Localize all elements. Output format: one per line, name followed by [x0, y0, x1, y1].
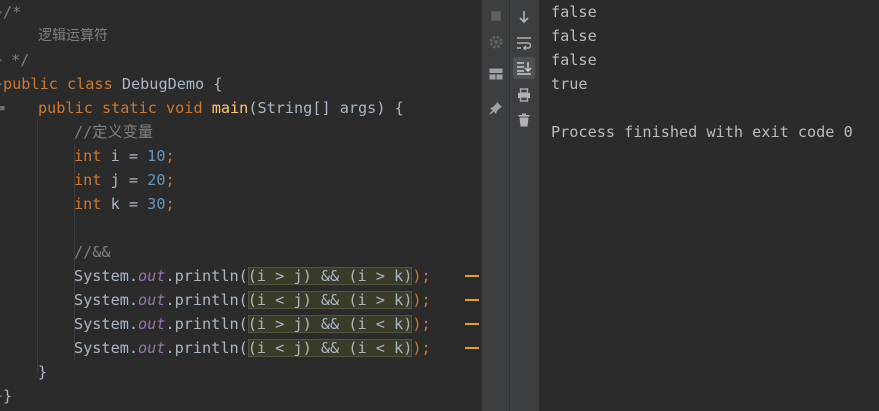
highlighted-expression: (i > j) && (i < k) — [247, 315, 413, 333]
code-line: public static void main(String[] args) { — [38, 96, 404, 120]
semicolon: ; — [165, 171, 175, 189]
class-close-brace: } — [3, 387, 13, 405]
var-type: int — [74, 195, 111, 213]
code-line: /* — [3, 0, 21, 24]
var-value: 10 — [147, 147, 166, 165]
console-toolbar — [509, 0, 540, 411]
semicolon: ; — [165, 195, 175, 213]
print-prefix: System. — [74, 291, 139, 309]
console-output[interactable]: false false false true Process finished … — [539, 0, 879, 411]
print-call: .println( — [165, 315, 248, 333]
console-line: false — [551, 51, 597, 69]
stop-icon[interactable] — [487, 7, 505, 25]
print-suffix: ); — [412, 339, 431, 357]
var-eq: = — [119, 171, 148, 189]
warning-marker[interactable] — [465, 299, 479, 301]
var-type: int — [74, 171, 111, 189]
debug-side-toolbar — [481, 0, 509, 411]
code-line: int k = 30; — [74, 192, 175, 216]
var-comment: //定义变量 — [74, 123, 154, 141]
print-icon[interactable] — [513, 84, 535, 106]
var-name: k — [110, 195, 120, 213]
code-line: System.out.println((i < j) && (i < k)); — [74, 336, 431, 360]
var-type: int — [74, 147, 111, 165]
console-line: false — [551, 27, 597, 45]
code-line: } — [38, 360, 47, 384]
and-comment: //&& — [74, 243, 111, 261]
print-suffix: ); — [412, 315, 431, 333]
var-name: i — [110, 147, 120, 165]
console-line: true — [551, 75, 588, 93]
var-value: 20 — [147, 171, 166, 189]
warning-marker[interactable] — [465, 275, 479, 277]
exit-message: Process finished with exit code 0 — [551, 123, 853, 141]
code-line: System.out.println((i < j) && (i > k)); — [74, 288, 431, 312]
print-suffix: ); — [412, 291, 431, 309]
arrow-down-icon[interactable] — [513, 6, 535, 28]
comment-close: */ — [11, 51, 30, 69]
semicolon: ; — [165, 147, 175, 165]
var-eq: = — [119, 195, 148, 213]
highlighted-expression: (i > j) && (i > k) — [247, 267, 413, 285]
warning-marker[interactable] — [465, 347, 479, 349]
layout-icon[interactable] — [487, 65, 505, 83]
print-call: .println( — [165, 339, 248, 357]
code-line: */ — [11, 48, 29, 72]
method-close-brace: } — [38, 363, 48, 381]
code-line: } — [3, 384, 12, 408]
static-field: out — [138, 267, 166, 285]
print-call: .println( — [165, 267, 248, 285]
print-call: .println( — [165, 291, 248, 309]
method-args: (String[] args) { — [248, 99, 404, 117]
indent-guide — [37, 120, 38, 372]
comment-open: /* — [3, 3, 22, 21]
code-line: int j = 20; — [74, 168, 175, 192]
print-prefix: System. — [74, 267, 139, 285]
static-field: out — [138, 291, 166, 309]
print-prefix: System. — [74, 339, 139, 357]
var-name: j — [110, 171, 120, 189]
warning-marker[interactable] — [465, 323, 479, 325]
var-value: 30 — [147, 195, 166, 213]
code-line: public class DebugDemo { — [3, 72, 222, 96]
print-suffix: ); — [412, 267, 431, 285]
comment-text: 逻辑运算符 — [38, 28, 108, 44]
var-eq: = — [119, 147, 148, 165]
console-line: false — [551, 3, 597, 21]
code-line: 逻辑运算符 — [38, 24, 108, 48]
code-line: //&& — [74, 240, 111, 264]
static-field: out — [138, 315, 166, 333]
fold-marker[interactable]: ▪ — [0, 96, 9, 120]
fold-marker[interactable]: ▸ — [0, 48, 7, 72]
print-prefix: System. — [74, 315, 139, 333]
code-line: //定义变量 — [74, 120, 153, 144]
scroll-to-end-icon[interactable] — [513, 57, 535, 79]
class-name: DebugDemo { — [121, 75, 223, 93]
method-keywords: public static void — [38, 99, 212, 117]
code-editor[interactable]: ▸ ▸ ▸ ▪ ▸ /* 逻辑运算符 */ public class Debug… — [0, 0, 481, 411]
static-field: out — [138, 339, 166, 357]
pin-icon[interactable] — [487, 99, 505, 117]
soft-wrap-icon[interactable] — [513, 32, 535, 54]
method-name: main — [211, 99, 249, 117]
code-line: System.out.println((i > j) && (i > k)); — [74, 264, 431, 288]
code-line: System.out.println((i > j) && (i < k)); — [74, 312, 431, 336]
class-keyword: public class — [3, 75, 122, 93]
highlighted-expression: (i < j) && (i > k) — [247, 291, 413, 309]
highlighted-expression: (i < j) && (i < k) — [247, 339, 413, 357]
trash-icon[interactable] — [513, 109, 535, 131]
debug-settings-icon[interactable] — [487, 33, 505, 51]
code-line: int i = 10; — [74, 144, 175, 168]
